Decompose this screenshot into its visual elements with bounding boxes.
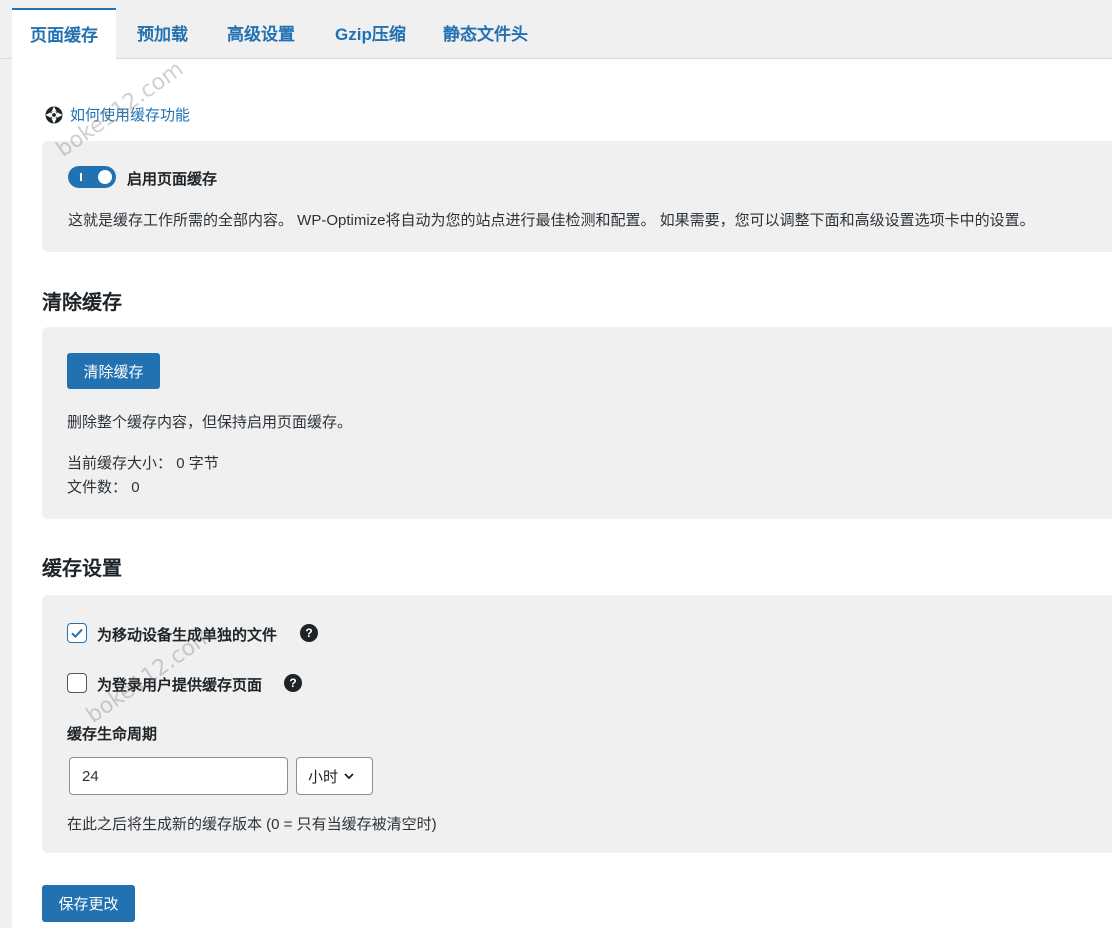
enable-cache-description: 这就是缓存工作所需的全部内容。 WP-Optimize将自动为您的站点进行最佳检…	[68, 212, 1035, 229]
logged-in-cache-label: 为登录用户提供缓存页面	[97, 677, 263, 694]
left-rail	[0, 0, 12, 928]
lifebuoy-icon	[45, 106, 63, 123]
tab-static-headers[interactable]: 静态文件头	[425, 8, 546, 58]
tab-preload[interactable]: 预加载	[119, 8, 206, 58]
enable-cache-panel: 启用页面缓存 这就是缓存工作所需的全部内容。 WP-Optimize将自动为您的…	[42, 141, 1112, 252]
purge-section-title: 清除缓存	[42, 292, 122, 314]
purge-cache-button[interactable]: 清除缓存	[67, 353, 160, 389]
lifespan-unit-select[interactable]: 小时	[296, 757, 373, 795]
lifespan-input[interactable]	[69, 757, 288, 795]
settings-section-title: 缓存设置	[42, 558, 122, 580]
logged-in-cache-checkbox[interactable]	[67, 673, 87, 693]
file-count-value: 0	[131, 479, 140, 496]
lifespan-unit-value: 小时	[308, 768, 339, 786]
cache-size-row: 当前缓存大小： 0 字节	[67, 452, 219, 473]
cache-size-label: 当前缓存大小：	[67, 455, 173, 472]
lifespan-help: 在此之后将生成新的缓存版本 (0 = 只有当缓存被清空时)	[67, 816, 437, 833]
enable-cache-label: 启用页面缓存	[127, 171, 218, 188]
file-count-label: 文件数：	[67, 479, 128, 496]
mobile-cache-label: 为移动设备生成单独的文件	[97, 627, 278, 644]
toggle-on-mark	[80, 173, 82, 181]
purge-description: 删除整个缓存内容，但保持启用页面缓存。	[67, 414, 353, 431]
save-changes-button[interactable]: 保存更改	[42, 885, 135, 922]
tab-gzip[interactable]: Gzip压缩	[317, 8, 424, 58]
check-icon	[71, 628, 83, 639]
cache-size-value: 0 字节	[176, 455, 219, 472]
tab-bar: 页面缓存 预加载 高级设置 Gzip压缩 静态文件头	[0, 0, 1112, 59]
file-count-row: 文件数： 0	[67, 476, 140, 497]
mobile-cache-checkbox[interactable]	[67, 623, 87, 643]
tab-page-cache[interactable]: 页面缓存	[12, 8, 116, 59]
tab-advanced-settings[interactable]: 高级设置	[209, 8, 313, 58]
help-link-label: 如何使用缓存功能	[70, 107, 191, 124]
chevron-down-icon	[344, 773, 354, 780]
toggle-knob	[98, 170, 112, 184]
help-link[interactable]: 如何使用缓存功能	[44, 104, 190, 125]
lifespan-label: 缓存生命周期	[67, 726, 158, 743]
help-question-icon[interactable]: ?	[300, 624, 318, 642]
purge-cache-panel: 清除缓存 删除整个缓存内容，但保持启用页面缓存。 当前缓存大小： 0 字节 文件…	[42, 327, 1112, 519]
enable-cache-toggle[interactable]	[68, 166, 116, 188]
help-question-icon[interactable]: ?	[284, 674, 302, 692]
cache-settings-panel: 为移动设备生成单独的文件 ? 为登录用户提供缓存页面 ? 缓存生命周期 小时 在…	[42, 595, 1112, 853]
